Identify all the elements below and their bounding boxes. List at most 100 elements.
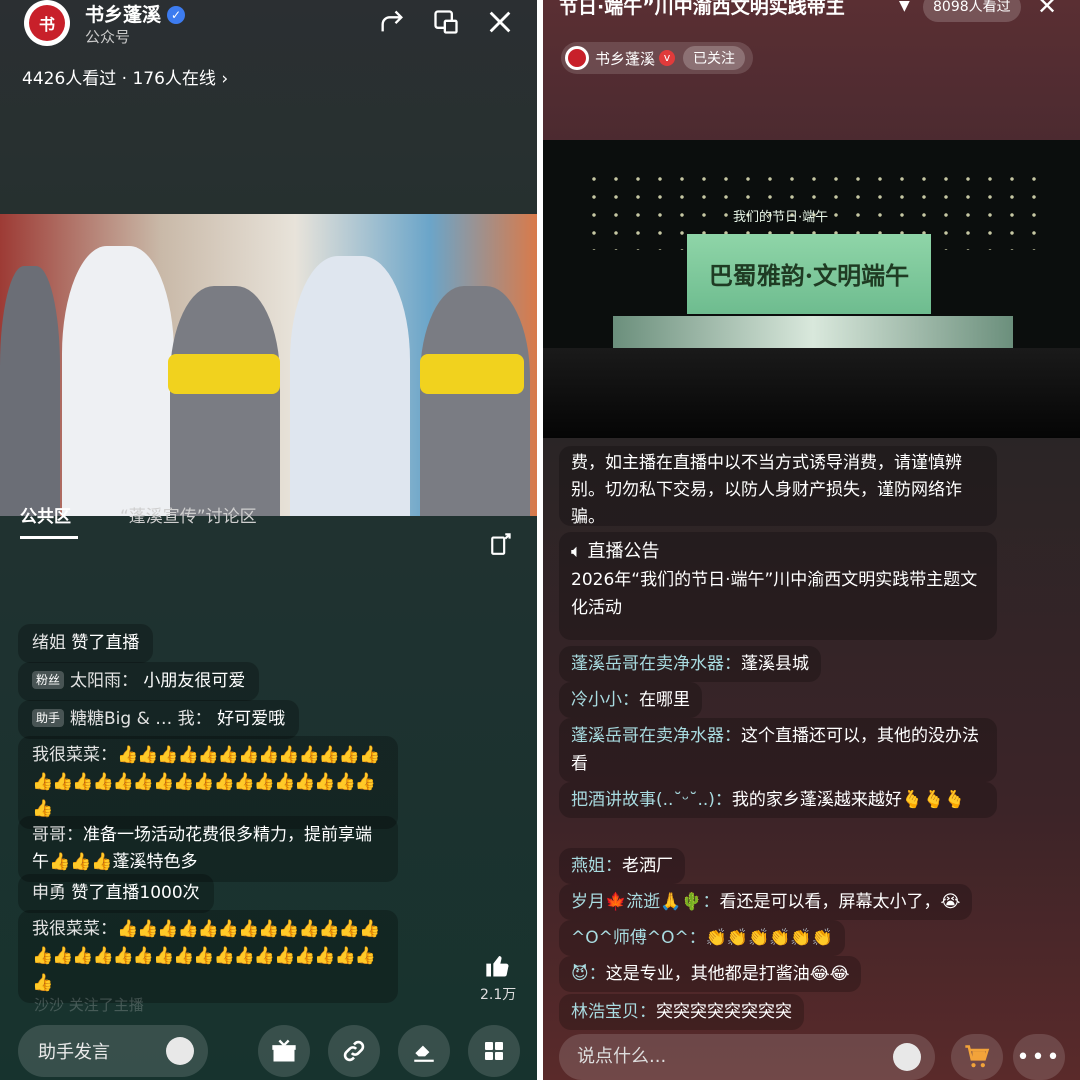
link-icon — [343, 1040, 365, 1062]
live-title[interactable]: 节日·端午”川中渝西文明实践带主 — [559, 0, 899, 19]
rotate-screen-icon[interactable] — [489, 530, 515, 556]
chat-user[interactable]: 绪姐 — [32, 633, 66, 653]
chat-message[interactable]: 冷小小：在哪里 — [559, 682, 702, 718]
chat-user[interactable]: 冷小小： — [571, 690, 639, 710]
chat-message[interactable]: 绪姐 赞了直播 — [18, 624, 154, 663]
right-live-panel: 节日·端午”川中渝西文明实践带主 ▼ 8098人看过 ✕ 书乡蓬溪 v 已关注 … — [543, 0, 1080, 1080]
chat-message[interactable]: 燕姐：老洒厂 — [559, 848, 685, 884]
link-button[interactable] — [328, 1025, 380, 1077]
like-count: 2.1万 — [480, 987, 517, 1003]
bottom-toolbar: 说点什么... ••• — [543, 1034, 1080, 1080]
shopping-cart-button[interactable] — [951, 1034, 1003, 1080]
chat-user[interactable]: 蓬溪岳哥在卖净水器： — [571, 654, 741, 674]
clear-screen-button[interactable] — [398, 1025, 450, 1077]
assistant-speak-button[interactable]: 助手发言 — [18, 1025, 208, 1077]
emoji-icon[interactable] — [166, 1037, 194, 1065]
notice-title: 直播公告 — [587, 541, 660, 562]
tab-public[interactable]: 公共区 — [20, 502, 71, 527]
left-live-panel: 书 书乡蓬溪 ✓ 公众号 4426人看过 · 176人在线 › 公共区 “蓬溪宣传… — [0, 0, 537, 1080]
chat-user[interactable]: 我很菜菜： — [32, 745, 117, 765]
viewer-count-text: 4426人看过 · 176人在线 — [22, 69, 216, 89]
stage-header-text: 我们的节日·端午 — [733, 210, 829, 225]
chat-message[interactable]: ^O^师傅^O^：👏👏👏👏👏👏 — [559, 920, 845, 956]
chat-user[interactable]: 糖糖Big & … 我： — [70, 709, 212, 729]
chat-user[interactable]: 😈： — [571, 964, 606, 984]
host-info[interactable]: 书乡蓬溪 v 已关注 — [561, 42, 754, 74]
more-icon[interactable]: ••• — [1013, 1034, 1065, 1080]
bottom-toolbar: 助手发言 — [0, 1025, 537, 1080]
eraser-icon — [414, 1045, 434, 1062]
live-video[interactable]: 我们的节日·端午 巴蜀雅韵·文明端午 — [543, 140, 1080, 438]
comment-input-placeholder: 说点什么... — [577, 1046, 667, 1067]
chat-user[interactable]: 把酒讲故事(..˘ᵕ˘..)： — [571, 790, 732, 810]
chat-message[interactable]: 蓬溪岳哥在卖净水器：这个直播还可以，其他的没办法看 — [559, 718, 997, 782]
chat-user[interactable]: 太阳雨： — [70, 671, 138, 691]
chat-text: 老洒厂 — [622, 856, 673, 876]
notice-text: 2026年“我们的节日·端午”川中渝西文明实践带主题文化活动 — [571, 570, 978, 618]
audience-silhouette — [543, 348, 1080, 438]
chat-message[interactable]: 😈：这是专业，其他都是打酱油😂😂 — [559, 956, 862, 992]
risk-warning-text: 费，如主播在直播中以不当方式诱导消费，请谨慎辨别。切勿私下交易，以防人身财产损失… — [571, 453, 962, 526]
performer — [0, 266, 60, 516]
close-icon[interactable]: ✕ — [1037, 0, 1057, 20]
chat-message[interactable]: 蓬溪岳哥在卖净水器：蓬溪县城 — [559, 646, 821, 682]
chevron-down-icon[interactable]: ▼ — [899, 0, 910, 14]
grid-icon — [485, 1042, 503, 1060]
float-window-icon[interactable] — [432, 8, 460, 36]
speaker-icon: 🔈︎ — [571, 541, 582, 562]
like-button[interactable]: 2.1万 — [480, 952, 516, 1004]
stage-floor — [613, 316, 1013, 352]
chat-user[interactable]: ^O^师傅^O^： — [571, 928, 706, 948]
active-tab-indicator — [20, 536, 78, 539]
account-logo[interactable]: 书 — [24, 0, 70, 46]
gift-icon — [272, 1039, 296, 1062]
thumbs-up-icon — [486, 955, 509, 977]
live-notice[interactable]: 🔈︎ 直播公告 2026年“我们的节日·端午”川中渝西文明实践带主题文化活动 — [559, 532, 997, 640]
chat-user[interactable]: 林浩宝贝： — [571, 1002, 656, 1022]
chat-message[interactable]: 我很菜菜：👍👍👍👍👍👍👍👍👍👍👍👍👍👍👍👍👍👍👍👍👍👍👍👍👍👍👍👍👍👍👍 — [18, 910, 398, 1003]
account-logo-glyph: 书 — [29, 5, 65, 41]
account-name[interactable]: 书乡蓬溪 ✓ — [85, 0, 186, 27]
account-type: 公众号 — [85, 28, 131, 46]
performer — [62, 246, 174, 516]
performer — [290, 256, 410, 516]
chat-text: 赞了直播1000次 — [71, 883, 200, 903]
verified-icon: v — [659, 50, 676, 66]
chat-message[interactable]: 岁月🍁流逝🙏🌵：看还是可以看，屏幕太小了，😭 — [559, 884, 973, 920]
stage-main-text: 巴蜀雅韵·文明端午 — [708, 261, 910, 290]
chat-message[interactable]: 申勇 赞了直播1000次 — [18, 874, 214, 913]
chat-user[interactable]: 燕姐： — [571, 856, 622, 876]
performer — [170, 286, 280, 516]
host-name: 书乡蓬溪 — [595, 49, 656, 68]
live-video[interactable] — [0, 214, 537, 516]
chat-message[interactable]: 把酒讲故事(..˘ᵕ˘..)：我的家乡蓬溪越来越好🫰🫰🫰 — [559, 782, 997, 818]
performer — [420, 286, 530, 516]
faded-chat-message: 沙沙 关注了主播 — [34, 996, 144, 1014]
emoji-icon[interactable] — [893, 1043, 921, 1071]
gift-button[interactable] — [258, 1025, 310, 1077]
follow-status-button[interactable]: 已关注 — [683, 46, 746, 70]
chat-text: 看还是可以看，屏幕太小了，😭 — [719, 892, 961, 912]
viewer-count[interactable]: 8098人看过 — [923, 0, 1021, 22]
chat-user[interactable]: 申勇 — [32, 883, 66, 903]
chat-message[interactable]: 林浩宝贝：突突突突突突突突 — [559, 994, 804, 1030]
comment-input[interactable]: 说点什么... — [559, 1034, 935, 1080]
share-icon[interactable] — [378, 8, 406, 36]
chat-text: 突突突突突突突突 — [656, 1002, 792, 1022]
chat-user[interactable]: 我很菜菜： — [32, 919, 117, 939]
tab-discussion[interactable]: “蓬溪宣传”讨论区 — [120, 502, 257, 527]
chat-text: 在哪里 — [639, 690, 690, 710]
viewer-count[interactable]: 4426人看过 · 176人在线 › — [22, 64, 228, 89]
chat-user[interactable]: 岁月🍁流逝🙏🌵： — [571, 892, 720, 912]
chat-text: 这是专业，其他都是打酱油😂😂 — [605, 964, 850, 984]
chat-message[interactable]: 哥哥：准备一场活动花费很多精力，提前享端午👍👍👍蓬溪特色多 — [18, 816, 398, 882]
chat-message[interactable]: 粉丝 太阳雨： 小朋友很可爱 — [18, 662, 260, 701]
more-apps-button[interactable] — [468, 1025, 520, 1077]
close-icon[interactable] — [486, 8, 514, 36]
chat-user[interactable]: 哥哥： — [32, 825, 83, 845]
chat-user[interactable]: 蓬溪岳哥在卖净水器： — [571, 726, 741, 746]
chat-text: 👏👏👏👏👏👏 — [705, 928, 833, 948]
account-name-text: 书乡蓬溪 — [85, 4, 162, 26]
screenshot-pair: 书 书乡蓬溪 ✓ 公众号 4426人看过 · 176人在线 › 公共区 “蓬溪宣传… — [0, 0, 1080, 1080]
chat-message[interactable]: 助手 糖糖Big & … 我： 好可爱哦 — [18, 700, 300, 739]
